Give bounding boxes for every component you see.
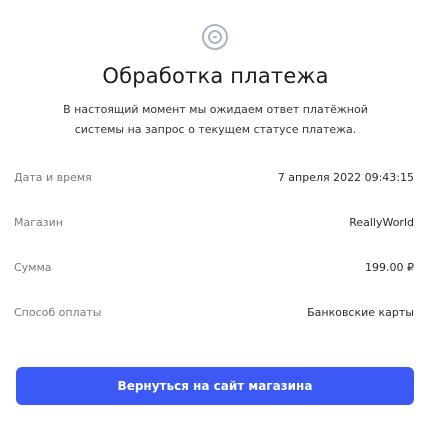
detail-label: Дата и время [14, 170, 92, 184]
detail-row-payment-method: Способ оплаты Банковские карты [14, 303, 414, 321]
pending-status-icon-dash [213, 36, 217, 38]
detail-row-amount: Сумма 199.00 ₽ [14, 258, 414, 276]
detail-row-datetime: Дата и время 7 апреля 2022 09:43:15 [14, 168, 414, 186]
detail-value: 7 апреля 2022 09:43:15 [277, 170, 414, 184]
detail-value: 199.00 ₽ [365, 260, 414, 274]
status-description: В настоящий момент мы ожидаем ответ плат… [63, 103, 368, 136]
detail-label: Магазин [14, 215, 63, 229]
pending-status-icon-inner [208, 30, 222, 44]
page-title: Обработка платежа [102, 64, 329, 88]
detail-row-shop: Магазин ReallyWorld [14, 213, 414, 231]
detail-value: ReallyWorld [349, 215, 414, 229]
detail-value: Банковские карты [307, 305, 414, 319]
detail-label: Способ оплаты [14, 305, 102, 319]
return-to-shop-button[interactable]: Вернуться на сайт магазина [16, 367, 414, 405]
pending-status-icon [202, 24, 228, 50]
detail-label: Сумма [14, 260, 52, 274]
